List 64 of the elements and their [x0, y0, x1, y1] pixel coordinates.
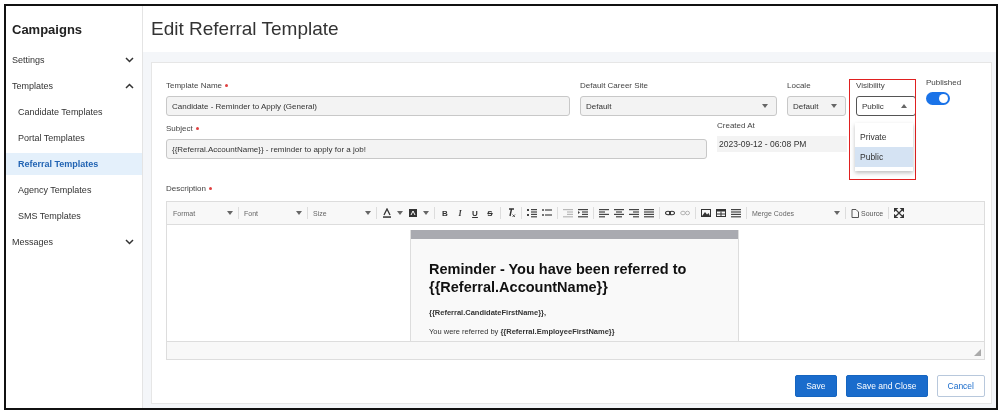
link-icon[interactable]	[665, 208, 675, 218]
email-heading: Reminder - You have been referred to {{Referral.AccountName}}	[429, 261, 688, 296]
background-color-icon[interactable]	[408, 208, 418, 218]
sidebar-item[interactable]: Portal Templates	[6, 127, 142, 149]
resize-handle-icon[interactable]	[974, 349, 981, 356]
page-title: Edit Referral Template	[151, 18, 339, 40]
align-center-icon[interactable]	[614, 208, 624, 218]
published-toggle[interactable]	[926, 92, 950, 105]
menu-option[interactable]: Private	[855, 127, 913, 147]
field-label: Created At	[717, 121, 756, 130]
caret-icon	[834, 211, 840, 215]
chevron-icon	[125, 239, 134, 245]
visibility-dropdown[interactable]: Public	[856, 96, 916, 116]
field-label: Description	[166, 184, 212, 193]
career-site-dropdown[interactable]: Default	[580, 96, 777, 116]
caret-icon	[296, 211, 302, 215]
cancel-button[interactable]: Cancel	[936, 375, 985, 397]
sidebar-item[interactable]: Messages	[6, 231, 142, 253]
field-label: Visibility	[856, 81, 886, 90]
caret-icon	[901, 104, 907, 108]
sidebar-title: Campaigns	[11, 22, 84, 39]
sidebar-item[interactable]: Agency Templates	[6, 179, 142, 201]
strikethrough-button[interactable]: S	[485, 208, 495, 218]
caret-icon	[423, 211, 429, 215]
bold-button[interactable]: B	[440, 208, 450, 218]
image-icon[interactable]	[701, 208, 711, 218]
field-label: Locale	[787, 81, 812, 90]
caret-icon	[365, 211, 371, 215]
field-label: Template Name	[166, 81, 570, 90]
template-name-field[interactable]: Candidate - Reminder to Apply (General)	[166, 96, 570, 116]
caret-icon	[397, 211, 403, 215]
sidebar-item[interactable]: SMS Templates	[6, 205, 142, 227]
field-label: Subject	[166, 124, 707, 133]
align-right-icon[interactable]	[629, 208, 639, 218]
clear-formatting-icon[interactable]	[506, 208, 516, 218]
numbered-list-icon[interactable]	[527, 208, 537, 218]
field-label: Default Career Site	[580, 81, 650, 90]
horizontal-rule-icon[interactable]	[731, 208, 741, 218]
save-button[interactable]: Save	[795, 375, 837, 397]
document-icon	[851, 208, 859, 218]
sidebar-item[interactable]: Templates	[6, 75, 142, 97]
caret-icon	[227, 211, 233, 215]
justify-icon[interactable]	[644, 208, 654, 218]
save-button[interactable]: Save and Close	[845, 375, 928, 397]
table-icon[interactable]	[716, 208, 726, 218]
chevron-icon	[125, 57, 134, 63]
locale-dropdown[interactable]: Default	[787, 96, 846, 116]
align-left-icon[interactable]	[599, 208, 609, 218]
text-color-icon[interactable]	[382, 208, 392, 218]
chevron-icon	[125, 83, 134, 89]
sidebar-item[interactable]: Candidate Templates	[6, 101, 142, 123]
maximize-icon[interactable]	[894, 208, 905, 218]
indent-icon[interactable]	[578, 208, 588, 218]
bullet-list-icon[interactable]	[542, 208, 552, 218]
field-label: Published	[926, 78, 962, 87]
menu-option[interactable]: Public	[855, 147, 913, 167]
sidebar-item[interactable]: Referral Templates	[6, 153, 142, 175]
caret-icon	[762, 104, 768, 108]
italic-button[interactable]: I	[455, 208, 465, 218]
subject-field[interactable]: {{Referral.AccountName}} - reminder to apply for a job!	[166, 139, 707, 159]
underline-button[interactable]: U	[470, 208, 480, 218]
created-at-value: 2023-09-12 - 06:08 PM	[717, 136, 847, 152]
caret-icon	[831, 104, 837, 108]
sidebar-item[interactable]: Settings	[6, 49, 142, 71]
